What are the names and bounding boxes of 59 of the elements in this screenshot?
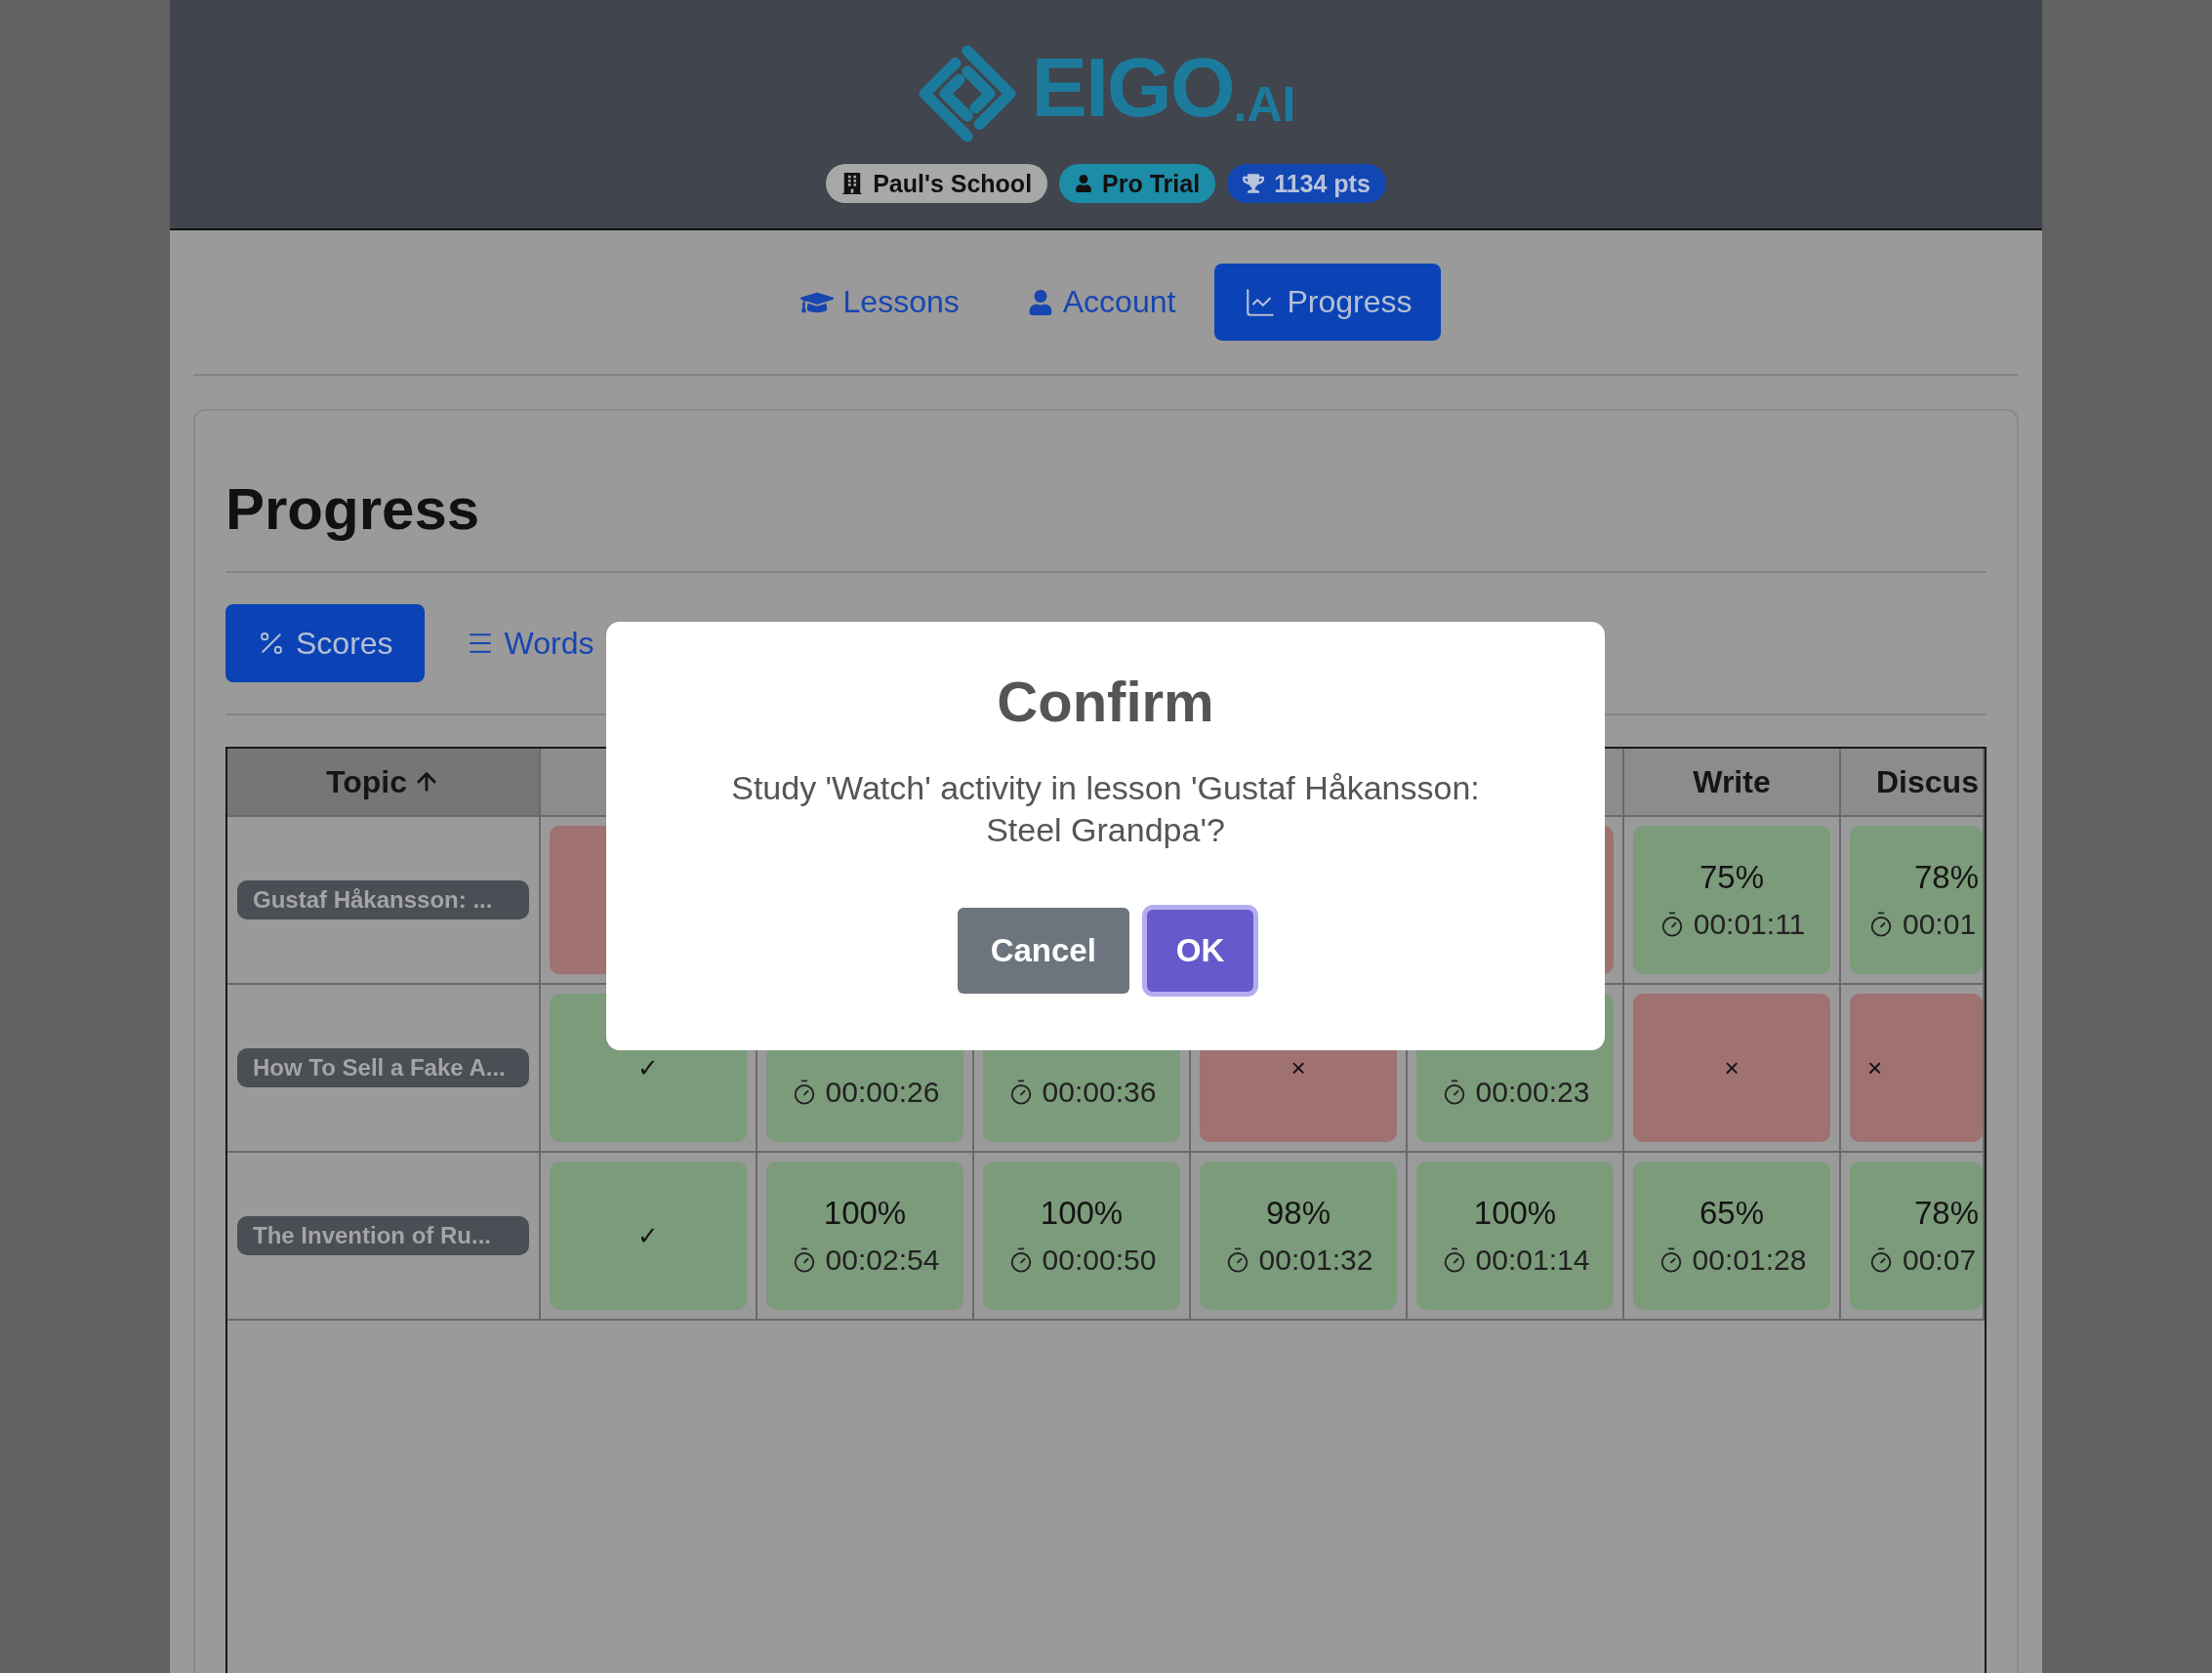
view-tab[interactable]: Scores [225, 604, 425, 682]
nav-link[interactable]: Lessons [770, 264, 989, 341]
plan-badge: Pro Trial [1059, 164, 1216, 203]
building-icon [841, 173, 864, 194]
user-icon [1027, 289, 1053, 315]
time-text: 00:00:26 [790, 1076, 940, 1109]
cross-mark: × [1867, 1052, 1883, 1083]
score-cell[interactable]: 78% 00:07 [1850, 1162, 1983, 1310]
fail-cell[interactable]: × [1633, 994, 1830, 1142]
cross-mark: × [1724, 1052, 1740, 1083]
score-text: 78% [1913, 1195, 1980, 1232]
score-text: 78% [1913, 859, 1980, 896]
column-header[interactable]: Topic [227, 749, 541, 815]
score-text: 98% [1265, 1195, 1331, 1232]
time-text: 00:07 [1867, 1244, 1977, 1277]
time-text: 00:01:14 [1440, 1244, 1590, 1277]
view-tab[interactable]: Words [433, 604, 626, 682]
check-cell[interactable]: ✓ [550, 1162, 747, 1310]
score-text: 100% [1040, 1195, 1124, 1232]
trophy-icon [1243, 173, 1265, 194]
score-text: 75% [1699, 859, 1765, 896]
score-cell[interactable]: 65% 00:01:28 [1633, 1162, 1830, 1310]
page-title: Progress [225, 475, 481, 544]
time-text: 00:02:54 [790, 1244, 940, 1277]
fail-cell[interactable]: × [1850, 994, 1983, 1142]
topic-badge[interactable]: The Invention of Ru... [237, 1216, 529, 1255]
column-header: Discus [1841, 749, 1985, 815]
time-text: 00:01:28 [1657, 1244, 1807, 1277]
score-cell[interactable]: 98% 00:01:32 [1200, 1162, 1397, 1310]
score-cell[interactable]: 100% 00:00:50 [983, 1162, 1180, 1310]
user-icon [1075, 175, 1093, 192]
time-text: 00:00:36 [1006, 1076, 1157, 1109]
time-text: 00:01 [1867, 908, 1977, 941]
topic-badge[interactable]: How To Sell a Fake A... [237, 1048, 529, 1087]
dialog-title: Confirm [997, 669, 1214, 734]
column-header: Write [1624, 749, 1841, 815]
check-mark: ✓ [637, 1052, 659, 1083]
cross-mark: × [1290, 1052, 1306, 1083]
nav-link[interactable]: Progress [1214, 264, 1442, 341]
score-text: 65% [1699, 1195, 1765, 1232]
time-text: 00:01:11 [1658, 908, 1806, 941]
school-badge: Paul's School [826, 164, 1048, 203]
topic-badge[interactable]: Gustaf Håkansson: ... [237, 880, 529, 919]
dialog-message: Study 'Watch' activity in lesson 'Gustaf Håkansson: Steel Grandpa'? [730, 768, 1481, 850]
points-badge: 1134 pts [1227, 164, 1386, 203]
score-cell[interactable]: 100% 00:02:54 [766, 1162, 963, 1310]
time-text: 00:01:32 [1223, 1244, 1373, 1277]
logo-suffix: .AI [1233, 80, 1296, 129]
score-cell[interactable]: 78% 00:01 [1850, 826, 1983, 974]
cancel-button[interactable]: Cancel [957, 908, 1129, 994]
score-text: 100% [823, 1195, 907, 1232]
time-text: 00:00:50 [1006, 1244, 1157, 1277]
score-cell[interactable]: 75% 00:01:11 [1633, 826, 1830, 974]
score-cell[interactable]: 100% 00:01:14 [1416, 1162, 1614, 1310]
time-text: 00:00:23 [1440, 1076, 1590, 1109]
logo-name: EIGO [1031, 45, 1234, 129]
check-mark: ✓ [637, 1220, 659, 1251]
nav-link[interactable]: Account [998, 264, 1206, 341]
score-text: 100% [1473, 1195, 1557, 1232]
